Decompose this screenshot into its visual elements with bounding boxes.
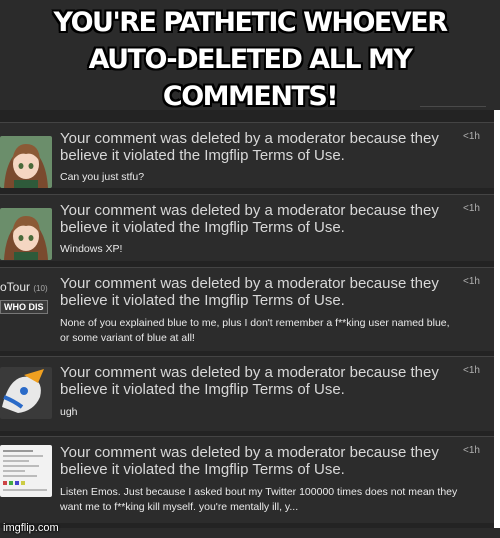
screenshot-thumbnail-icon <box>0 445 52 497</box>
notification-row[interactable]: Your comment was deleted by a moderator … <box>0 436 494 523</box>
deleted-comment-text: None of you explained blue to me, plus I… <box>60 317 450 344</box>
deleted-comment-text: ugh <box>60 406 78 418</box>
who-dis-badge: WHO DIS <box>0 300 48 314</box>
top-divider <box>420 94 486 107</box>
notification-time: <1h <box>463 131 480 142</box>
imgflip-watermark: imgflip.com <box>3 522 59 534</box>
notification-row[interactable]: Your comment was deleted by a moderator … <box>0 194 494 261</box>
notification-row[interactable]: Your comment was deleted by a moderator … <box>0 122 494 188</box>
notification-row[interactable]: oTour (10) WHO DIS Your comment was dele… <box>0 267 494 351</box>
notification-message: Your comment was deleted by a moderator … <box>60 275 439 309</box>
anime-girl-avatar-icon <box>0 208 52 260</box>
otour-sub: (10) <box>33 284 48 293</box>
notification-time: <1h <box>463 445 480 456</box>
otour-thumbnail-icon: oTour (10) WHO DIS <box>0 276 54 336</box>
notification-time: <1h <box>463 203 480 214</box>
notifications-panel: Your comment was deleted by a moderator … <box>0 110 500 528</box>
notification-row[interactable]: Your comment was deleted by a moderator … <box>0 356 494 431</box>
notification-message: Your comment was deleted by a moderator … <box>60 364 439 398</box>
cartoon-character-avatar-icon <box>0 367 52 419</box>
notification-message: Your comment was deleted by a moderator … <box>60 130 439 164</box>
notification-time: <1h <box>463 365 480 376</box>
meme-frame: YOU'RE PATHETIC WHOEVER AUTO-DELETED ALL… <box>0 0 500 538</box>
deleted-comment-text: Listen Emos. Just because I asked bout m… <box>60 486 458 513</box>
notification-message: Your comment was deleted by a moderator … <box>60 202 439 236</box>
deleted-comment-text: Windows XP! <box>60 243 123 255</box>
notification-message: Your comment was deleted by a moderator … <box>60 444 439 478</box>
notification-time: <1h <box>463 276 480 287</box>
anime-girl-avatar-icon <box>0 136 52 188</box>
otour-label: oTour <box>0 280 31 294</box>
deleted-comment-text: Can you just stfu? <box>60 171 145 183</box>
